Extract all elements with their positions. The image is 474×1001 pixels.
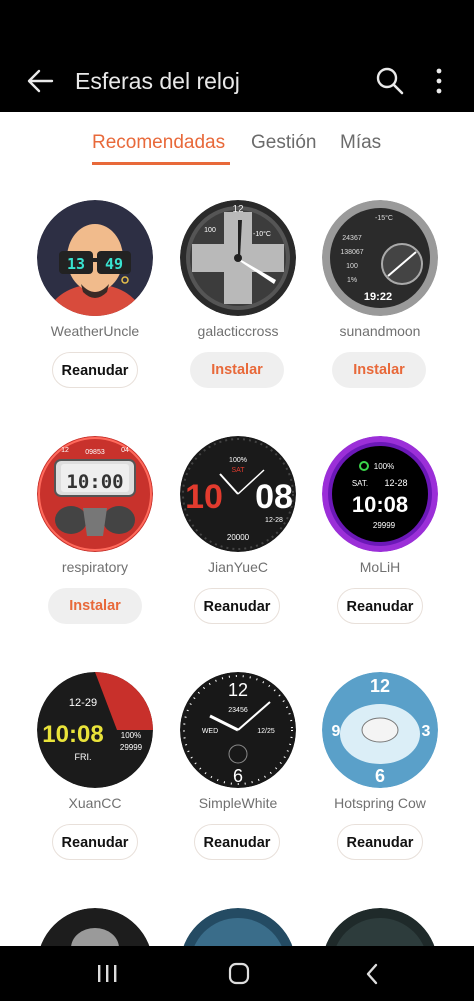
- glasses-hour: 13: [67, 255, 85, 273]
- face-name: MoLiH: [359, 559, 401, 575]
- glasses-minute: 49: [105, 255, 123, 273]
- resume-button[interactable]: Reanudar: [52, 352, 138, 388]
- face-name: JianYueC: [208, 559, 268, 575]
- face-date: 12-28: [265, 517, 283, 524]
- face-minute: 08: [255, 478, 293, 516]
- face-top-number: 12: [232, 204, 244, 215]
- watch-face-xuancc[interactable]: 12-29 10:08 FRI. 100% 29999: [37, 672, 153, 788]
- face-time: 10:08: [352, 492, 408, 517]
- resume-button[interactable]: Reanudar: [337, 588, 423, 624]
- face-date: 12-28: [384, 478, 407, 488]
- install-button[interactable]: Instalar: [190, 352, 284, 388]
- face-time: 10:08: [42, 721, 103, 748]
- face-day: WED: [202, 728, 218, 735]
- face-name: sunandmoon: [339, 323, 421, 339]
- face-steps: 29999: [120, 743, 143, 752]
- tab-bar: Recomendadas Gestión Mías: [0, 112, 474, 170]
- more-options-icon[interactable]: [424, 63, 454, 99]
- face-date: 12/25: [257, 728, 275, 735]
- face-value-1: 24367: [342, 235, 362, 242]
- install-button[interactable]: Instalar: [332, 352, 426, 388]
- resume-button[interactable]: Reanudar: [337, 824, 423, 860]
- tab-mias[interactable]: Mías: [340, 132, 381, 154]
- app-bar: Esferas del reloj: [0, 50, 474, 112]
- system-nav-bar: [0, 946, 474, 1001]
- face-left-number: 12: [61, 447, 69, 454]
- status-bar: [0, 0, 474, 50]
- face-time: 19:22: [364, 291, 392, 303]
- back-icon[interactable]: [358, 961, 388, 987]
- watch-face-weatheruncle[interactable]: 13 49: [37, 200, 153, 316]
- face-bottom-number: 6: [233, 766, 243, 786]
- face-value: 100: [204, 227, 216, 234]
- resume-button[interactable]: Reanudar: [52, 824, 138, 860]
- watch-face-hotspring-cow[interactable]: 12 9 3 6: [322, 672, 438, 788]
- face-hour: 10: [185, 478, 223, 516]
- tab-gestion[interactable]: Gestión: [251, 132, 316, 154]
- watch-face-sunandmoon[interactable]: -15°C 24367 138067 100 1% 19:22: [322, 200, 438, 316]
- face-value-3: 100: [346, 263, 358, 270]
- face-name: XuanCC: [68, 795, 122, 811]
- recent-apps-icon[interactable]: [92, 961, 122, 987]
- face-number: 09853: [85, 449, 105, 456]
- face-right-number: 3: [422, 723, 431, 740]
- home-icon[interactable]: [224, 961, 254, 987]
- back-arrow-icon[interactable]: [22, 63, 58, 99]
- face-left-number: 9: [332, 723, 341, 740]
- install-button[interactable]: Instalar: [48, 588, 142, 624]
- face-day: SAT.: [352, 479, 368, 488]
- face-value-4: 1%: [347, 277, 357, 284]
- face-top-number: 12: [228, 680, 248, 700]
- face-name: WeatherUncle: [50, 323, 140, 339]
- face-number: 23456: [228, 707, 248, 714]
- face-percent: 100%: [121, 731, 141, 740]
- active-tab-indicator: [92, 162, 230, 165]
- face-temperature: -15°C: [375, 214, 393, 222]
- face-percent: 100%: [229, 457, 247, 464]
- face-name: respiratory: [61, 559, 129, 575]
- watch-face-galacticcross[interactable]: 12 -10°C 100: [180, 200, 296, 316]
- face-steps: 29999: [373, 521, 396, 530]
- face-steps: 20000: [227, 533, 250, 542]
- watch-face-molih[interactable]: 100% SAT. 12-28 10:08 29999: [322, 436, 438, 552]
- watch-face-jianyuec[interactable]: 100% SAT 10 08 12-28 20000: [180, 436, 296, 552]
- face-name: Hotspring Cow: [334, 795, 426, 811]
- face-right-number: 04: [121, 447, 129, 454]
- watch-face-respiratory[interactable]: 10:00 09853 12 04: [37, 436, 153, 552]
- face-date: 12-29: [69, 697, 97, 709]
- resume-button[interactable]: Reanudar: [194, 588, 280, 624]
- tab-recomendadas[interactable]: Recomendadas: [92, 132, 225, 154]
- face-value-2: 138067: [340, 249, 363, 256]
- page-title: Esferas del reloj: [75, 68, 240, 94]
- face-percent: 100%: [374, 462, 394, 471]
- face-top-number: 12: [370, 676, 390, 696]
- face-name: SimpleWhite: [198, 795, 278, 811]
- face-day: FRI.: [75, 752, 92, 762]
- face-day: SAT: [231, 467, 245, 474]
- face-bottom-number: 6: [375, 766, 385, 786]
- search-icon[interactable]: [372, 63, 408, 99]
- watch-face-simplewhite[interactable]: 12 6 23456 WED 12/25: [180, 672, 296, 788]
- face-temperature: -10°C: [253, 230, 271, 238]
- resume-button[interactable]: Reanudar: [194, 824, 280, 860]
- face-time: 10:00: [66, 471, 123, 493]
- face-name: galacticcross: [197, 323, 279, 339]
